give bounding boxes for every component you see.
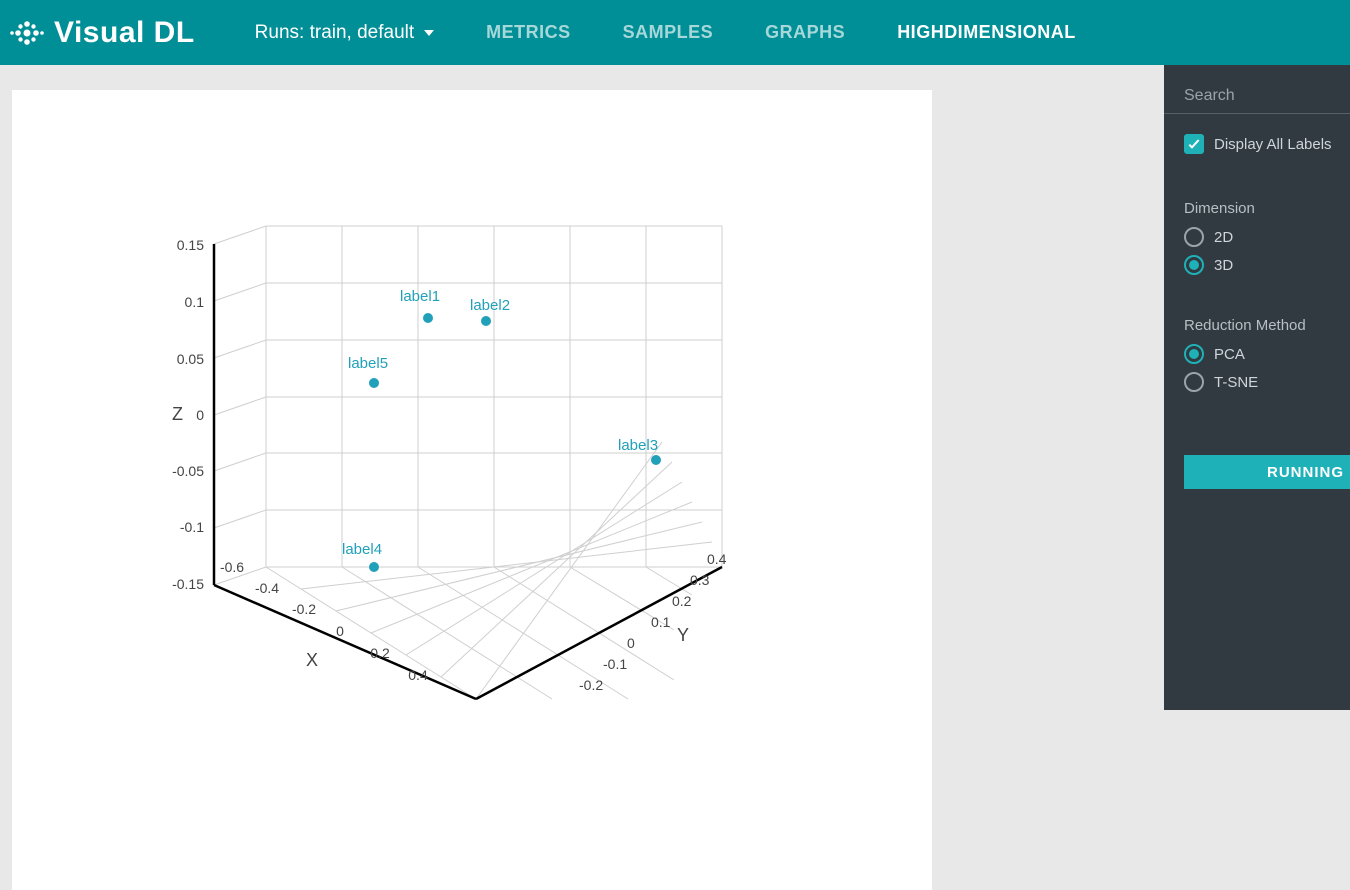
reduction-label-tsne: T-SNE <box>1214 374 1258 391</box>
nav-tab-highdimensional[interactable]: HIGHDIMENSIONAL <box>897 22 1076 43</box>
reduction-label-pca: PCA <box>1214 346 1245 363</box>
runs-label: Runs: train, default <box>255 22 414 44</box>
checkbox-checked-icon <box>1184 134 1204 154</box>
svg-text:label4: label4 <box>342 541 382 558</box>
search-field-wrap <box>1164 83 1350 114</box>
svg-text:0.05: 0.05 <box>177 351 204 367</box>
plot-card: 0.15 0.1 0.05 0 -0.05 -0.1 -0.15 Z -0.6 … <box>12 90 932 890</box>
svg-text:0.2: 0.2 <box>370 645 390 661</box>
svg-text:0.2: 0.2 <box>672 593 692 609</box>
svg-text:0.1: 0.1 <box>185 294 205 310</box>
plot-3d[interactable]: 0.15 0.1 0.05 0 -0.05 -0.1 -0.15 Z -0.6 … <box>12 90 932 710</box>
data-point: label3 <box>618 437 661 465</box>
svg-text:0.1: 0.1 <box>651 614 671 630</box>
dimension-title: Dimension <box>1164 200 1350 223</box>
svg-text:-0.4: -0.4 <box>255 580 279 596</box>
svg-text:-0.1: -0.1 <box>180 519 204 535</box>
running-button[interactable]: RUNNING <box>1184 455 1350 489</box>
display-all-labels-label: Display All Labels <box>1214 136 1332 153</box>
reduction-title: Reduction Method <box>1164 317 1350 340</box>
dimension-option-3d[interactable]: 3D <box>1164 251 1350 279</box>
dimension-label-2d: 2D <box>1214 229 1233 246</box>
svg-text:0.4: 0.4 <box>707 551 727 567</box>
svg-text:X: X <box>306 650 318 670</box>
brand-text: Visual DL <box>54 16 195 50</box>
svg-text:-0.1: -0.1 <box>603 656 627 672</box>
main-area: 0.15 0.1 0.05 0 -0.05 -0.1 -0.15 Z -0.6 … <box>0 65 1350 710</box>
svg-text:0: 0 <box>196 407 204 423</box>
nav-tab-graphs[interactable]: GRAPHS <box>765 22 845 43</box>
dimension-label-3d: 3D <box>1214 257 1233 274</box>
svg-text:-0.6: -0.6 <box>220 559 244 575</box>
svg-text:label3: label3 <box>618 437 658 454</box>
logo-icon <box>6 12 48 54</box>
svg-text:0.15: 0.15 <box>177 237 204 253</box>
brand-logo: Visual DL <box>0 12 195 54</box>
svg-text:label5: label5 <box>348 355 388 372</box>
data-point: label5 <box>348 355 388 388</box>
dimension-option-2d[interactable]: 2D <box>1164 223 1350 251</box>
svg-text:-0.2: -0.2 <box>579 677 603 693</box>
chevron-down-icon <box>424 30 434 36</box>
display-all-labels-checkbox[interactable]: Display All Labels <box>1164 126 1350 162</box>
svg-text:-0.15: -0.15 <box>172 576 204 592</box>
radio-icon <box>1184 372 1204 392</box>
reduction-option-tsne[interactable]: T-SNE <box>1164 368 1350 396</box>
nav-tab-metrics[interactable]: METRICS <box>486 22 571 43</box>
svg-text:Y: Y <box>677 625 689 645</box>
svg-text:label1: label1 <box>400 288 440 305</box>
radio-selected-icon <box>1184 255 1204 275</box>
svg-text:0.3: 0.3 <box>690 572 710 588</box>
svg-text:Z: Z <box>172 404 183 424</box>
data-point: label1 <box>400 288 440 323</box>
radio-selected-icon <box>1184 344 1204 364</box>
svg-text:label2: label2 <box>470 297 510 314</box>
data-point: label2 <box>470 297 510 326</box>
top-bar: Visual DL Runs: train, default METRICS S… <box>0 0 1350 65</box>
nav-tabs: METRICS SAMPLES GRAPHS HIGHDIMENSIONAL <box>486 22 1076 43</box>
svg-text:0: 0 <box>336 623 344 639</box>
svg-text:-0.2: -0.2 <box>292 601 316 617</box>
reduction-option-pca[interactable]: PCA <box>1164 340 1350 368</box>
svg-text:0.4: 0.4 <box>408 667 428 683</box>
search-input[interactable] <box>1164 83 1350 113</box>
runs-dropdown[interactable]: Runs: train, default <box>255 22 434 44</box>
radio-icon <box>1184 227 1204 247</box>
svg-text:-0.05: -0.05 <box>172 463 204 479</box>
nav-tab-samples[interactable]: SAMPLES <box>623 22 714 43</box>
sidebar: Display All Labels Dimension 2D 3D Reduc… <box>1164 65 1350 710</box>
svg-text:0: 0 <box>627 635 635 651</box>
